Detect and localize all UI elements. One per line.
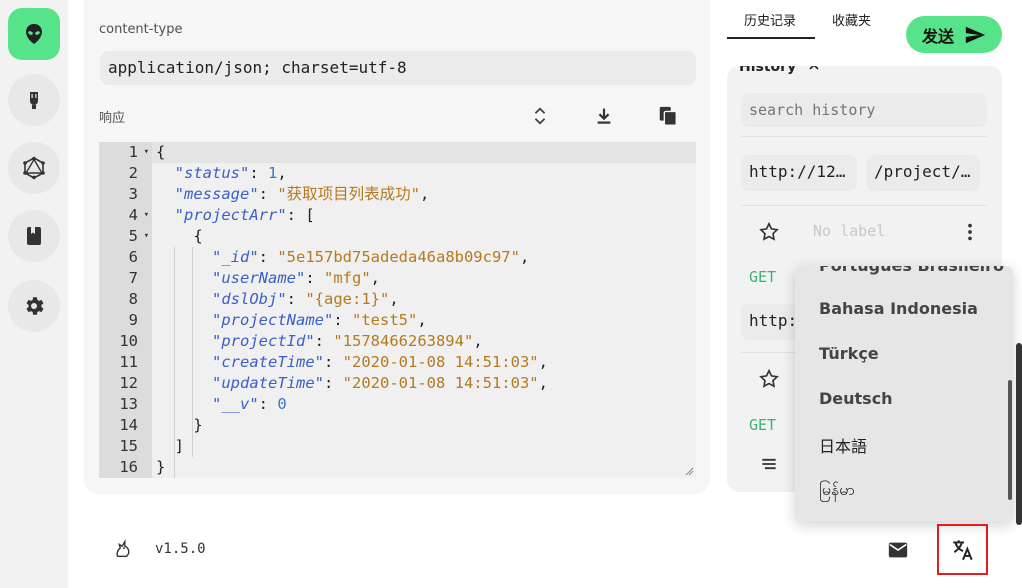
active-tab-indicator [727,37,815,39]
star-outline-icon[interactable] [758,368,780,390]
line-number: 12 [119,374,138,392]
mail-icon[interactable] [887,539,909,561]
history-url-path[interactable]: /project/… [866,155,980,191]
history-url-host[interactable]: http://12… [741,155,857,191]
line-number: 13 [119,395,138,413]
fold-toggle-icon[interactable]: ▾ [144,205,149,226]
language-option[interactable]: Português Brasileiro [819,266,1004,275]
line-number: 11 [119,353,138,371]
send-button[interactable]: 发送 [906,16,1002,53]
menu-lines-icon[interactable] [759,454,779,474]
code-lines: { "status": 1, "message": "获取项目列表成功", "p… [152,142,696,478]
copy-icon[interactable] [656,104,680,128]
line-number: 3 [128,185,138,203]
line-number: 5 ▾ [128,226,149,247]
tab-favorites[interactable]: 收藏夹 [832,10,871,29]
code-line: } [156,416,203,434]
code-line: "__v": 0 [212,395,287,413]
alien-icon [26,24,42,44]
line-number-gutter: 1 ▾ 2 3 4 ▾ 5 ▾ 6 7 8 9 10 11 12 13 14 15 16 [99,142,152,478]
divider [741,136,987,137]
code-line: "updateTime": "2020-01-08 14:51:03", [212,374,548,392]
code-line: "projectName": "test5", [212,311,427,329]
nav-graphql-button[interactable] [8,142,60,194]
language-option[interactable]: Deutsch [819,389,893,408]
line-number: 14 [119,416,138,434]
language-option[interactable]: မြန်မာ [819,479,855,503]
code-line: "status": 1, [174,164,287,182]
resize-handle-icon[interactable] [684,466,694,476]
code-line: "projectArr": [ [174,206,315,224]
unicorn-icon[interactable] [112,538,134,560]
line-number: 2 [128,164,138,182]
book-icon [27,227,41,245]
code-line: "message": "获取项目列表成功", [174,185,430,203]
star-outline-icon[interactable] [758,221,780,243]
code-line: "createTime": "2020-01-08 14:51:03", [212,353,548,371]
line-number: 16 [119,458,138,476]
content-type-label: content-type [99,22,183,37]
fold-toggle-icon[interactable]: ▾ [144,142,149,163]
app-version: v1.5.0 [155,541,206,557]
expand-collapse-icon[interactable] [528,104,552,128]
method-badge: GET [749,416,777,434]
code-line: "projectId": "1578466263894", [212,332,483,350]
line-number: 8 [128,290,138,308]
nav-rest-button[interactable] [8,8,60,60]
response-panel: content-type application/json; charset=u… [84,0,710,494]
plug-icon [30,92,38,109]
language-option[interactable]: Bahasa Indonesia [819,299,978,318]
response-code-editor[interactable]: 1 ▾ 2 3 4 ▾ 5 ▾ 6 7 8 9 10 11 12 13 14 15 16 { "status": 1… [99,142,696,478]
graphql-icon [23,156,45,180]
line-number: 6 [128,248,138,266]
divider [741,205,987,206]
page-scrollbar[interactable] [1016,343,1022,525]
nav-docs-button[interactable] [8,210,60,262]
history-header[interactable]: History [739,66,822,75]
nav-realtime-button[interactable] [8,74,60,126]
language-menu: Português Brasileiro Bahasa Indonesia Tü… [795,266,1013,521]
language-option[interactable]: Türkçe [819,344,879,363]
line-number: 10 [119,332,138,350]
history-tabs: 历史记录 收藏夹 [727,0,902,40]
chevron-up-icon [809,66,819,70]
response-label: 响应 [99,111,126,126]
history-entry-header: No label [741,212,987,252]
code-line: { [152,142,696,163]
send-button-label: 发送 [921,26,954,46]
fold-toggle-icon[interactable]: ▾ [144,226,149,247]
line-number: 9 [128,311,138,329]
send-icon [965,26,986,43]
line-number: 15 [119,437,138,455]
method-badge: GET [749,268,777,286]
more-vertical-icon[interactable] [959,221,981,243]
line-number: 1 ▾ [128,142,149,163]
left-nav-rail [0,0,68,588]
tab-history[interactable]: 历史记录 [744,10,796,29]
translate-icon [952,539,973,560]
code-line: "userName": "mfg", [212,269,381,287]
download-icon[interactable] [592,104,616,128]
code-line: } [156,458,166,476]
line-number: 7 [128,269,138,287]
code-line: ] [156,437,184,455]
gear-icon [26,297,44,315]
code-line: "dslObj": "{age:1}", [212,290,399,308]
menu-scrollbar[interactable] [1008,380,1012,500]
history-url-host-2[interactable]: http: [741,304,801,340]
history-search-input[interactable] [741,93,987,127]
code-line: "_id": "5e157bd75adeda46a8b09c97", [212,248,530,266]
line-number: 4 ▾ [128,205,149,226]
content-type-value: application/json; charset=utf-8 [100,51,696,85]
nav-settings-button[interactable] [8,280,60,332]
language-option[interactable]: 日本語 [819,433,867,457]
history-title: History [739,66,797,75]
history-label: No label [813,222,886,240]
code-line: { [156,227,203,245]
language-button[interactable] [937,524,988,575]
